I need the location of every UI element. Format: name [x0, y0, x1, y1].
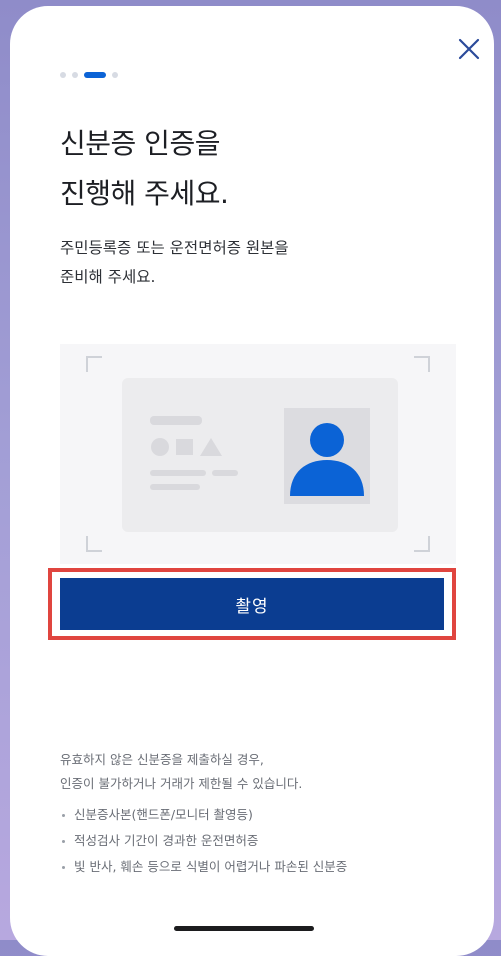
- id-text-line: [150, 484, 200, 490]
- step-dot: [60, 72, 66, 78]
- notice-list: 신분증사본(핸드폰/모니터 촬영등) 적성검사 기간이 경과한 운전면허증 빛 …: [60, 802, 347, 880]
- capture-button-highlight: 촬영: [48, 568, 456, 640]
- notice-text: 유효하지 않은 신분증을 제출하실 경우, 인증이 불가하거나 거래가 제한될 …: [60, 748, 302, 796]
- step-dot: [72, 72, 78, 78]
- page-title: 신분증 인증을 진행해 주세요.: [60, 119, 229, 219]
- id-card-graphic: [122, 378, 398, 532]
- frame-corner-bottom-right: [414, 536, 430, 552]
- id-text-line: [150, 416, 202, 425]
- frame-corner-top-left: [86, 356, 102, 372]
- frame-corner-bottom-left: [86, 536, 102, 552]
- verification-card: 신분증 인증을 진행해 주세요. 주민등록증 또는 운전면허증 원본을 준비해 …: [10, 6, 494, 956]
- close-icon[interactable]: [456, 36, 482, 62]
- list-item: 신분증사본(핸드폰/모니터 촬영등): [60, 802, 347, 828]
- id-text-line: [212, 470, 238, 476]
- home-indicator[interactable]: [174, 926, 314, 931]
- person-icon: [290, 423, 364, 496]
- step-dot-active: [84, 72, 106, 78]
- list-item: 적성검사 기간이 경과한 운전면허증: [60, 828, 347, 854]
- step-dot: [112, 72, 118, 78]
- id-text-line: [150, 470, 206, 476]
- shape-icons: [151, 438, 222, 456]
- id-card-illustration: [60, 344, 456, 564]
- page-title-line2: 진행해 주세요.: [60, 177, 229, 210]
- frame-corner-top-right: [414, 356, 430, 372]
- page-title-line1: 신분증 인증을: [60, 127, 220, 160]
- page-subtitle-line1: 주민등록증 또는 운전면허증 원본을: [60, 239, 289, 257]
- notice-line2: 인증이 불가하거나 거래가 제한될 수 있습니다.: [60, 776, 303, 791]
- list-item: 빛 반사, 훼손 등으로 식별이 어렵거나 파손된 신분증: [60, 854, 347, 880]
- page-subtitle: 주민등록증 또는 운전면허증 원본을 준비해 주세요.: [60, 234, 289, 292]
- notice-line1: 유효하지 않은 신분증을 제출하실 경우,: [60, 752, 264, 767]
- capture-button[interactable]: 촬영: [60, 578, 444, 630]
- page-subtitle-line2: 준비해 주세요.: [60, 268, 156, 286]
- id-photo-area: [284, 408, 370, 504]
- step-indicator: [60, 72, 118, 78]
